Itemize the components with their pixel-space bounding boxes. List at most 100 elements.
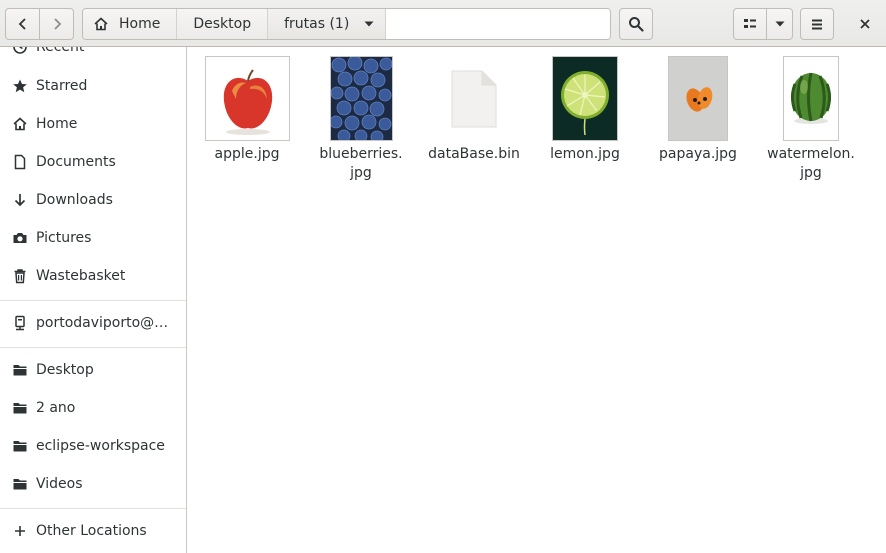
image-thumbnail [204, 56, 290, 141]
sidebar-item-videos[interactable]: Videos [0, 466, 186, 502]
file-name-line: dataBase.bin [428, 146, 520, 162]
file-item[interactable]: papaya.jpg [648, 56, 748, 164]
sidebar-item-pictures[interactable]: Pictures [0, 220, 186, 256]
sidebar-item-label: Other Locations [36, 523, 147, 539]
clock-icon [11, 47, 29, 56]
sidebar-item-label: eclipse-workspace [36, 438, 165, 454]
home-icon [11, 115, 29, 133]
caret-down-icon [775, 21, 784, 27]
crumb-current[interactable]: frutas (1) [268, 9, 387, 39]
home-icon [94, 17, 108, 31]
generic-file-icon [451, 70, 497, 127]
papaya-thumbnail [669, 57, 727, 140]
crumb-label: frutas (1) [284, 16, 350, 32]
path-bar-empty-area [386, 9, 610, 39]
document-icon [11, 153, 29, 171]
network-drive-icon [11, 314, 29, 332]
sidebar-item-label: Wastebasket [36, 268, 126, 284]
lemon-thumbnail [553, 57, 617, 140]
close-button[interactable] [849, 8, 881, 40]
file-icon-frame [432, 56, 517, 141]
chevron-right-icon [53, 18, 61, 30]
close-icon [860, 19, 870, 29]
sidebar-item-2-ano[interactable]: 2 ano [0, 390, 186, 426]
sidebar-item-label: 2 ano [36, 400, 76, 416]
sidebar-item-label: Recent [36, 47, 85, 55]
path-bar: Home Desktop frutas (1) [82, 8, 611, 40]
sidebar-item-network-drive[interactable]: portodaviporto@… [0, 305, 186, 341]
view-toggle-button[interactable] [733, 8, 767, 40]
sidebar-item-label: Videos [36, 476, 83, 492]
header-bar: Home Desktop frutas (1) [0, 0, 886, 47]
file-view: apple.jpg blueberries. jpg dataBase.bin … [187, 47, 886, 553]
file-name-line: lemon.jpg [550, 146, 620, 162]
file-item[interactable]: blueberries. jpg [311, 56, 411, 183]
file-name: lemon.jpg [535, 145, 635, 164]
file-name: papaya.jpg [648, 145, 748, 164]
crumb-desktop[interactable]: Desktop [177, 9, 269, 39]
crumb-label: Desktop [193, 16, 252, 32]
caret-down-icon [364, 21, 374, 27]
back-button[interactable] [5, 8, 40, 40]
file-name-line: jpg [800, 165, 822, 181]
search-icon [629, 17, 644, 32]
file-item[interactable]: dataBase.bin [424, 56, 524, 164]
view-options-button[interactable] [767, 8, 793, 40]
file-name: watermelon. jpg [761, 145, 861, 183]
file-name: dataBase.bin [424, 145, 524, 164]
sidebar-item-recent[interactable]: Recent [0, 47, 186, 65]
file-name-line: jpg [350, 165, 372, 181]
image-thumbnail [668, 56, 728, 141]
sidebar-item-label: Pictures [36, 230, 92, 246]
file-item[interactable]: apple.jpg [197, 56, 297, 164]
folder-icon [11, 437, 29, 455]
trash-icon [11, 267, 29, 285]
file-name: blueberries. jpg [311, 145, 411, 183]
sidebar-separator [0, 300, 186, 301]
file-item[interactable]: lemon.jpg [535, 56, 635, 164]
image-thumbnail [552, 56, 618, 141]
sidebar-item-wastebasket[interactable]: Wastebasket [0, 258, 186, 294]
sidebar-separator [0, 347, 186, 348]
camera-icon [11, 229, 29, 247]
list-view-icon [744, 19, 756, 28]
sidebar-item-label: Home [36, 116, 78, 132]
sidebar-item-downloads[interactable]: Downloads [0, 182, 186, 218]
file-item[interactable]: watermelon. jpg [761, 56, 861, 183]
sidebar-item-desktop[interactable]: Desktop [0, 352, 186, 388]
watermelon-thumbnail [784, 57, 838, 140]
download-icon [11, 191, 29, 209]
hamburger-icon [812, 19, 822, 30]
image-thumbnail [329, 56, 393, 141]
search-button[interactable] [619, 8, 653, 40]
sidebar-item-label: portodaviporto@… [36, 315, 169, 331]
sidebar-item-label: Desktop [36, 362, 94, 378]
file-name: apple.jpg [197, 145, 297, 164]
folder-icon [11, 475, 29, 493]
sidebar-item-label: Documents [36, 154, 116, 170]
apple-thumbnail [205, 57, 289, 140]
menu-button[interactable] [800, 8, 834, 40]
star-icon [11, 77, 29, 95]
sidebar-item-starred[interactable]: Starred [0, 68, 186, 104]
file-name-line: apple.jpg [214, 146, 280, 162]
folder-icon [11, 399, 29, 417]
plus-icon [11, 522, 29, 540]
forward-button[interactable] [40, 8, 74, 40]
blueberries-thumbnail [330, 57, 392, 140]
file-name-line: blueberries. [319, 146, 403, 162]
sidebar-item-eclipse-workspace[interactable]: eclipse-workspace [0, 428, 186, 464]
sidebar-item-label: Downloads [36, 192, 113, 208]
sidebar-item-documents[interactable]: Documents [0, 144, 186, 180]
crumb-home[interactable]: Home [83, 9, 178, 39]
crumb-label: Home [119, 16, 161, 32]
file-name-line: papaya.jpg [659, 146, 737, 162]
sidebar-item-label: Starred [36, 78, 88, 94]
sidebar-item-other-locations[interactable]: Other Locations [0, 513, 186, 549]
sidebar-item-home[interactable]: Home [0, 106, 186, 142]
sidebar-separator [0, 508, 186, 509]
file-name-line: watermelon. [767, 146, 855, 162]
chevron-left-icon [18, 18, 26, 30]
folder-icon [11, 361, 29, 379]
image-thumbnail [783, 56, 839, 141]
